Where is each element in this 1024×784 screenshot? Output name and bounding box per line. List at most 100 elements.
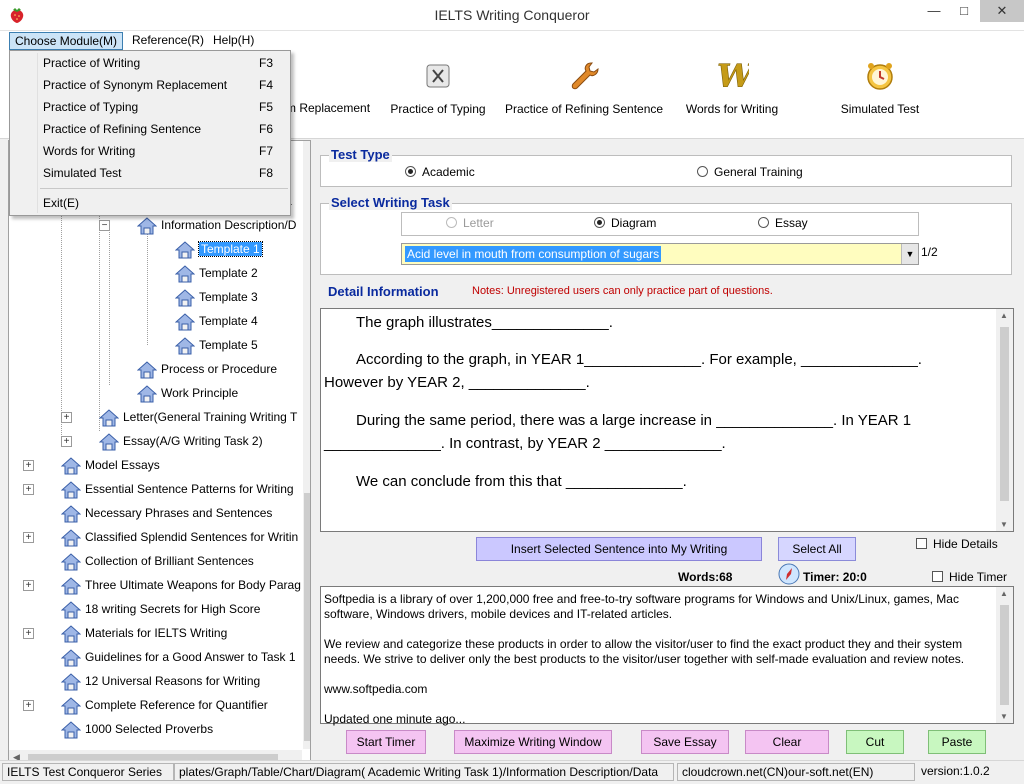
toolbar-simulated-test[interactable]: Simulated Test [830, 59, 930, 116]
template-line: However by YEAR 2, ______________. [324, 374, 590, 391]
minimize-button[interactable]: — [920, 0, 948, 22]
house-icon [174, 241, 196, 259]
house-icon [60, 649, 82, 667]
tree-item[interactable]: Process or Procedure [136, 357, 277, 381]
start-timer-button[interactable]: Start Timer [346, 730, 426, 754]
menu-item-practice-typing[interactable]: Practice of Typing F5 [11, 96, 289, 118]
tree-item-label: Template 1 [198, 241, 263, 257]
menu-item-exit[interactable]: Exit(E) [11, 192, 289, 214]
choose-module-menu: Practice of Writing F3 Practice of Synony… [9, 50, 291, 216]
tree-scroll-thumb[interactable] [304, 493, 310, 741]
tree-vertical-scrollbar[interactable] [303, 141, 310, 749]
tree-item[interactable]: Essay(A/G Writing Task 2) [98, 429, 263, 453]
menu-item-simulated-test[interactable]: Simulated Test F8 [11, 162, 289, 184]
tree-expander[interactable]: + [23, 580, 34, 591]
hide-timer-checkbox[interactable]: Hide Timer [932, 570, 1007, 584]
tree-item[interactable]: 18 writing Secrets for High Score [60, 597, 260, 621]
menu-item-label: Practice of Writing [43, 56, 141, 70]
menu-item-shortcut: F4 [259, 78, 274, 92]
maximize-writing-button[interactable]: Maximize Writing Window [454, 730, 612, 754]
detail-scrollbar[interactable]: ▲ ▼ [996, 309, 1013, 531]
tree-expander[interactable]: + [61, 436, 72, 447]
test-type-title: Test Type [329, 147, 392, 162]
house-icon [174, 337, 196, 355]
test-type-group: Test Type Academic General Training [320, 147, 1012, 187]
tree-item[interactable]: Template 2 [174, 261, 258, 285]
checkbox-label: Hide Timer [949, 570, 1008, 584]
tree-item[interactable]: 12 Universal Reasons for Writing [60, 669, 260, 693]
tree-item[interactable]: Three Ultimate Weapons for Body Parag [60, 573, 301, 597]
checkbox-label: Hide Details [933, 537, 998, 551]
toolbar-words-writing[interactable]: W Words for Writing [680, 57, 784, 116]
paste-button[interactable]: Paste [928, 730, 986, 754]
tree-item[interactable]: Essential Sentence Patterns for Writing [60, 477, 294, 501]
checkbox-box [916, 538, 927, 549]
toolbar-synonym-replacement[interactable]: ym Replacement [280, 59, 388, 115]
tree-item-label: Model Essays [85, 458, 160, 472]
radio-academic[interactable]: Academic [405, 165, 475, 179]
close-button[interactable]: ✕ [980, 0, 1024, 22]
radio-essay[interactable]: Essay [758, 216, 808, 230]
writing-scroll-thumb[interactable] [1000, 605, 1009, 705]
save-essay-button[interactable]: Save Essay [641, 730, 729, 754]
timer-display: Timer: 20:0 [803, 570, 867, 584]
tree-expander[interactable]: + [23, 628, 34, 639]
tree-item[interactable]: Letter(General Training Writing T [98, 405, 298, 429]
tree-expander[interactable]: + [23, 700, 34, 711]
tree-item-label: Materials for IELTS Writing [85, 626, 228, 640]
menu-item-words-writing[interactable]: Words for Writing F7 [11, 140, 289, 162]
writing-scrollbar[interactable]: ▲ ▼ [996, 587, 1013, 723]
hide-details-checkbox[interactable]: Hide Details [916, 537, 998, 551]
tree-item-label: Letter(General Training Writing T [123, 410, 298, 424]
tree-item[interactable]: Guidelines for a Good Answer to Task 1 [60, 645, 296, 669]
tree-item[interactable]: 1000 Selected Proverbs [60, 717, 213, 741]
writing-task-title: Select Writing Task [329, 195, 452, 210]
maximize-button[interactable]: □ [950, 0, 978, 22]
toolbar-practice-typing[interactable]: Practice of Typing [386, 59, 490, 116]
tree-expander[interactable]: + [23, 484, 34, 495]
menu-item-practice-writing[interactable]: Practice of Writing F3 [11, 52, 289, 74]
menu-item-refining-sentence[interactable]: Practice of Refining Sentence F6 [11, 118, 289, 140]
select-all-button[interactable]: Select All [778, 537, 856, 561]
menu-reference[interactable]: Reference(R) [127, 32, 209, 50]
menu-help[interactable]: Help(H) [208, 32, 259, 50]
tree-item[interactable]: Template 5 [174, 333, 258, 357]
tree-item[interactable]: Information Description/D [136, 213, 296, 237]
detail-information-title: Detail Information [328, 284, 439, 299]
chevron-down-icon[interactable]: ▼ [901, 244, 918, 264]
clear-button[interactable]: Clear [745, 730, 829, 754]
writing-textarea[interactable]: Softpedia is a library of over 1,200,000… [320, 586, 1014, 726]
cut-button[interactable]: Cut [846, 730, 904, 754]
writing-task-group: Select Writing Task Letter Diagram Essay… [320, 195, 1012, 275]
tree-item[interactable]: Template 4 [174, 309, 258, 333]
tree-item[interactable]: Classified Splendid Sentences for Writin [60, 525, 298, 549]
tree-item[interactable]: Collection of Brilliant Sentences [60, 549, 254, 573]
topic-tree[interactable]: a Information Description/D−Template 1Te… [8, 140, 311, 768]
tree-item-label: Essential Sentence Patterns for Writing [85, 482, 294, 496]
writing-line: Softpedia is a library of over 1,200,000… [324, 592, 959, 606]
writing-line: needs. We strive to deliver only the bes… [324, 652, 965, 666]
alarm-clock-icon [867, 63, 893, 90]
detail-template-text[interactable]: The graph illustrates______________. Acc… [320, 308, 1014, 532]
tree-expander[interactable]: + [23, 532, 34, 543]
tree-item[interactable]: Template 3 [174, 285, 258, 309]
tree-item[interactable]: Complete Reference for Quantifier [60, 693, 268, 717]
tree-expander[interactable]: + [23, 460, 34, 471]
menu-item-synonym-replacement[interactable]: Practice of Synonym Replacement F4 [11, 74, 289, 96]
radio-diagram[interactable]: Diagram [594, 216, 656, 230]
tree-expander[interactable]: + [61, 412, 72, 423]
toolbar-refining-sentence[interactable]: Practice of Refining Sentence [500, 59, 668, 116]
tree-item[interactable]: Work Principle [136, 381, 238, 405]
tree-item[interactable]: Materials for IELTS Writing [60, 621, 228, 645]
task-select[interactable]: Acid level in mouth from consumption of … [401, 243, 919, 265]
tree-item[interactable]: Necessary Phrases and Sentences [60, 501, 272, 525]
tree-item[interactable]: Template 1 [174, 237, 263, 261]
tree-item[interactable]: Model Essays [60, 453, 160, 477]
menu-separator [40, 188, 288, 189]
radio-general-training[interactable]: General Training [697, 165, 803, 179]
detail-scroll-thumb[interactable] [1000, 327, 1009, 501]
menu-choose-module[interactable]: Choose Module(M) [9, 32, 124, 50]
tree-expander[interactable]: − [99, 220, 110, 231]
insert-sentence-button[interactable]: Insert Selected Sentence into My Writing [476, 537, 762, 561]
radio-letter[interactable]: Letter [446, 216, 494, 230]
